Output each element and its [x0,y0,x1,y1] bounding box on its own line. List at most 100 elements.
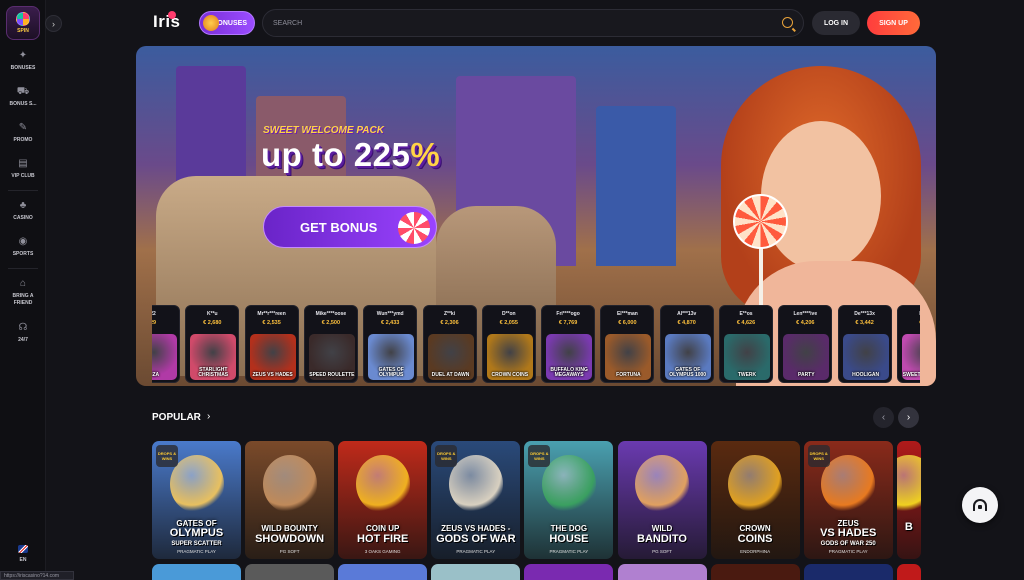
winner-name: Mike****oose [315,311,347,317]
game-thumbnail-title: ZEUS VS HADES [252,372,293,378]
game-title: CROWN [739,524,771,533]
chevron-right-icon[interactable]: › [207,411,210,422]
win-card[interactable]: Mr**r***reen € 2,535 ZEUS VS HADES [244,305,299,383]
game-thumbnail: SWEET BONANZA [901,334,920,380]
win-card[interactable]: E**os € 4,626 TWERK [719,305,773,383]
win-card[interactable]: Len****ive € 4,206 PARTY [778,305,833,383]
game-card[interactable]: B [896,441,921,559]
win-card[interactable]: 22 29 NZA [152,305,180,383]
hero-headline-percent: % [410,136,441,173]
winner-name: Len****ive [793,311,818,317]
game-thumbnail: FORTUNA [605,334,652,380]
win-amount: € 2,306 [440,320,459,326]
logo[interactable]: Iris [153,12,181,32]
game-thumbnail: ZEUS VS HADES [249,334,296,380]
game-card[interactable]: WILD BOUNTY SHOWDOWN PG SOFT [245,441,335,559]
get-bonus-label: GET BONUS [300,219,378,235]
game-subtitle: OLYMPUS [169,527,224,539]
game-subtitle: SHOWDOWN [255,533,325,545]
game-thumbnail: GATES OF OLYMPUS 1000 [664,334,711,380]
sidebar-item-sports[interactable]: ◉ SPORTS [0,236,46,258]
sidebar-item-label: CASINO [13,215,33,221]
game-artwork [355,455,410,513]
win-card[interactable]: Fri****ogo € 7,769 BUFFALO KING MEGAWAYS [541,305,596,383]
signup-button[interactable]: SIGN UP [867,11,920,35]
win-card[interactable]: Mike****oose € 2,500 SPEED ROULETTE [303,305,358,383]
search-input[interactable] [273,10,773,36]
win-amount: € 6,000 [618,320,637,326]
win-card[interactable]: Al***13v € 4,870 GATES OF OLYMPUS 1000 [659,305,714,383]
game-thumbnail-title: HOOLIGAN [852,372,880,378]
game-subtitle: HOT FIRE [357,533,409,545]
login-button[interactable]: LOG IN [812,11,860,35]
game-card[interactable] [803,564,893,580]
game-card[interactable] [617,564,707,580]
sidebar-toggle-button[interactable]: › [45,15,62,32]
win-card[interactable]: K**u € 2,680 STARLIGHT CHRISTMAS [185,305,240,383]
game-title: WILD BOUNTY [261,524,318,533]
game-artwork [896,455,921,513]
carousel-prev-button[interactable]: ‹ [873,407,894,428]
win-card[interactable]: Z**ki € 2,306 DUEL AT DAWN [422,305,477,383]
win-card[interactable]: Wun***ymd € 2,433 GATES OF OLYMPUS [363,305,418,383]
game-thumbnail-title: CROWN COINS [491,372,529,378]
winner-name: Mr**r***reen [257,311,286,317]
sidebar-item-bonus-shop[interactable]: ⛟ BONUS S... [0,86,46,108]
language-selector[interactable]: EN [0,545,46,563]
winner-name: K**u [207,311,218,317]
chevron-right-icon: › [906,412,911,423]
support-chat-button[interactable] [962,487,998,523]
game-subtitle: COINS [737,533,773,545]
game-card[interactable] [245,564,335,580]
sidebar-item-vip-club[interactable]: ▤ VIP CLUB [0,158,46,180]
game-artwork [635,455,689,513]
game-card[interactable] [431,564,521,580]
win-card[interactable]: El***man € 6,000 FORTUNA [600,305,655,383]
search-icon[interactable] [782,17,793,28]
game-card[interactable] [896,564,921,580]
win-card[interactable]: Mo* € 3, SWEET BONANZA [896,305,920,383]
candy-icon [398,212,430,244]
sidebar-item-bonuses[interactable]: ✦ BONUSES [0,50,46,72]
game-thumbnail: HOOLIGAN [842,334,889,380]
sidebar-item-promo[interactable]: ✎ PROMO [0,122,46,144]
game-provider: PRAGMATIC PLAY [549,549,589,554]
game-thumbnail-title: TWERK [737,372,757,378]
win-amount: € 2,055 [499,320,518,326]
hero-pack-label: SWEET WELCOME PACK [263,125,384,136]
cart-icon: ⛟ [16,86,30,97]
sidebar-item-support[interactable]: ☊ 24/7 [0,322,46,344]
win-card[interactable]: De***13x € 3,442 HOOLIGAN [837,305,892,383]
game-thumbnail: BUFFALO KING MEGAWAYS [546,334,593,380]
game-thumbnail-title: GATES OF OLYMPUS [378,367,404,378]
game-card[interactable]: CROWN COINS ENDORPHINA [710,441,800,559]
gift-icon [203,15,219,31]
game-card[interactable]: DROPS & WINS THE DOG HOUSE PRAGMATIC PLAY [524,441,614,559]
carousel-next-button[interactable]: › [898,407,919,428]
spin-button[interactable]: SPIN [6,6,40,40]
sidebar-item-casino[interactable]: ♣ CASINO [0,200,46,222]
popular-title[interactable]: POPULAR [152,412,201,423]
game-thumbnail-title: SPEED ROULETTE [309,372,355,378]
game-card[interactable]: COIN UP HOT FIRE 3 OAKS GAMING [338,441,428,559]
game-card[interactable]: WILD BANDITO PG SOFT [617,441,707,559]
game-subtitle: BANDITO [637,533,687,545]
game-card[interactable] [338,564,428,580]
recent-wins-ticker: 22 29 NZA K**u € 2,680 STARLIGHT CHRISTMAS Mr*… [152,305,920,383]
bonuses-button[interactable]: BONUSES [199,11,255,35]
get-bonus-button[interactable]: GET BONUS [263,206,437,248]
sidebar-item-bring-a-friend[interactable]: ⌂ BRING A FRIEND [0,278,46,307]
win-card[interactable]: D**on € 2,055 CROWN COINS [481,305,536,383]
game-card[interactable]: DROPS & WINS ZEUS VS HADES - GODS OF WAR PR… [431,441,521,559]
game-card[interactable]: DROPS & WINS ZEUS VS HADES GODS OF WAR 250 P… [803,441,893,559]
game-provider: PRAGMATIC PLAY [828,549,868,554]
game-card[interactable] [710,564,800,580]
winner-name: De***13x [854,311,875,317]
game-card[interactable] [524,564,614,580]
game-thumbnail: DUEL AT DAWN [427,334,474,380]
win-amount: € 2,500 [321,320,341,326]
game-artwork [262,455,317,513]
game-card[interactable] [152,564,241,580]
game-card[interactable]: DROPS & WINS GATES OF OLYMPUS SUPER SCATTER… [152,441,241,559]
game-thumbnail-title: BUFFALO KING MEGAWAYS [550,367,588,378]
